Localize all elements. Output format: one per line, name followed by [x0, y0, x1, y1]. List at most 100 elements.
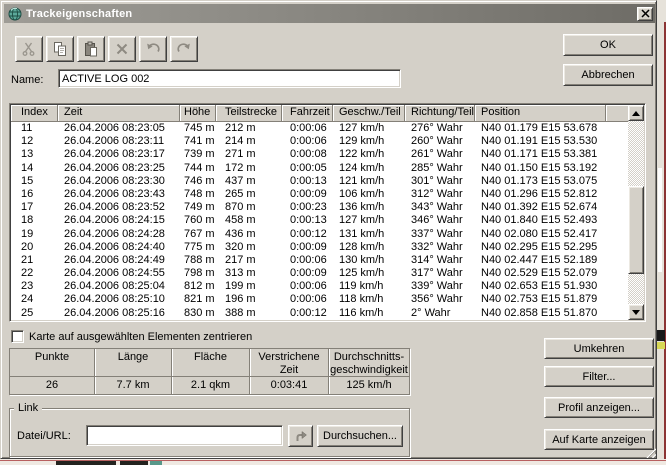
cut-button[interactable] — [15, 36, 43, 62]
cell-fahrzeit: 0:00:09 — [282, 241, 333, 254]
browse-button[interactable]: Durchsuchen... — [317, 425, 403, 447]
cell-hoehe: 788 m — [180, 254, 216, 267]
column-header-teilstrecke[interactable]: Teilstrecke — [216, 105, 282, 122]
reverse-button[interactable]: Umkehren — [544, 338, 654, 359]
summary-value-punkte: 26 — [10, 377, 95, 394]
cell-zeit: 26.04.2006 08:24:49 — [58, 254, 180, 267]
paste-button[interactable] — [77, 36, 105, 62]
table-row[interactable]: 17 26.04.2006 08:23:52 749 m 870 m 0:00:… — [11, 201, 628, 214]
undo-icon — [145, 41, 161, 57]
track-properties-dialog: Trackeigenschaften — [0, 0, 657, 459]
cell-teilstrecke: 217 m — [216, 254, 282, 267]
table-row[interactable]: 22 26.04.2006 08:24:55 798 m 313 m 0:00:… — [11, 267, 628, 280]
table-row[interactable]: 14 26.04.2006 08:23:25 744 m 172 m 0:00:… — [11, 162, 628, 175]
table-row[interactable]: 18 26.04.2006 08:24:15 760 m 458 m 0:00:… — [11, 214, 628, 227]
cell-richtung: 314° Wahr — [405, 254, 475, 267]
column-header-fahrzeit[interactable]: Fahrzeit — [282, 105, 333, 122]
ok-button[interactable]: OK — [563, 34, 653, 56]
cell-richtung: 285° Wahr — [405, 162, 475, 175]
cell-richtung: 312° Wahr — [405, 188, 475, 201]
table-row[interactable]: 16 26.04.2006 08:23:43 748 m 265 m 0:00:… — [11, 188, 628, 201]
cell-position: N40 01.171 E15 53.381 — [475, 148, 606, 161]
cell-richtung: 343° Wahr — [405, 201, 475, 214]
close-button[interactable] — [637, 7, 653, 21]
redo-button[interactable] — [170, 36, 198, 62]
column-header-zeit[interactable]: Zeit — [58, 105, 180, 122]
cell-teilstrecke: 388 m — [216, 307, 282, 320]
table-row[interactable]: 11 26.04.2006 08:23:05 745 m 212 m 0:00:… — [11, 122, 628, 135]
column-header-richtung[interactable]: Richtung/Teil — [405, 105, 475, 122]
background-fragment — [657, 342, 665, 349]
cell-fahrzeit: 0:00:06 — [282, 280, 333, 293]
table-row[interactable]: 15 26.04.2006 08:23:30 746 m 437 m 0:00:… — [11, 175, 628, 188]
show-profile-button[interactable]: Profil anzeigen... — [544, 397, 654, 418]
cell-hoehe: 744 m — [180, 162, 216, 175]
cell-teilstrecke: 265 m — [216, 188, 282, 201]
cell-position: N40 02.080 E15 52.417 — [475, 228, 606, 241]
cell-hoehe: 760 m — [180, 214, 216, 227]
cell-richtung: 339° Wahr — [405, 280, 475, 293]
cell-fahrzeit: 0:00:06 — [282, 254, 333, 267]
summary-header-row: Punkte Länge Fläche Verstrichene Zeit Du… — [10, 349, 409, 377]
cell-hoehe: 767 m — [180, 228, 216, 241]
table-row[interactable]: 25 26.04.2006 08:25:16 830 m 388 m 0:00:… — [11, 307, 628, 320]
cell-position: N40 02.295 E15 52.295 — [475, 241, 606, 254]
cell-zeit: 26.04.2006 08:24:40 — [58, 241, 180, 254]
cancel-button[interactable]: Abbrechen — [563, 64, 653, 86]
cell-fahrzeit: 0:00:08 — [282, 148, 333, 161]
cell-hoehe: 749 m — [180, 201, 216, 214]
table-row[interactable]: 24 26.04.2006 08:25:10 821 m 196 m 0:00:… — [11, 293, 628, 306]
summary-value-geschwindigkeit: 125 km/h — [329, 377, 409, 394]
column-header-hoehe[interactable]: Höhe — [180, 105, 216, 122]
column-header-position[interactable]: Position — [475, 105, 606, 122]
table-row[interactable]: 20 26.04.2006 08:24:40 775 m 320 m 0:00:… — [11, 241, 628, 254]
cell-fahrzeit: 0:00:13 — [282, 214, 333, 227]
table-row[interactable]: 21 26.04.2006 08:24:49 788 m 217 m 0:00:… — [11, 254, 628, 267]
show-on-map-button[interactable]: Auf Karte anzeigen — [544, 429, 654, 450]
cell-zeit: 26.04.2006 08:23:43 — [58, 188, 180, 201]
cell-hoehe: 830 m — [180, 307, 216, 320]
open-link-button[interactable] — [288, 425, 313, 447]
titlebar[interactable]: Trackeigenschaften — [4, 4, 655, 23]
table-row[interactable]: 23 26.04.2006 08:25:04 812 m 199 m 0:00:… — [11, 280, 628, 293]
scroll-down-button[interactable] — [628, 304, 644, 320]
delete-button[interactable] — [108, 36, 136, 62]
cell-geschw: 136 km/h — [333, 201, 405, 214]
column-header-geschw[interactable]: Geschw./Teil — [333, 105, 405, 122]
summary-value-flaeche: 2.1 qkm — [172, 377, 250, 394]
cell-fahrzeit: 0:00:06 — [282, 293, 333, 306]
summary-header-flaeche: Fläche — [172, 349, 250, 377]
undo-button[interactable] — [139, 36, 167, 62]
name-label: Name: — [11, 74, 43, 86]
cell-geschw: 118 km/h — [333, 293, 405, 306]
cell-geschw: 116 km/h — [333, 307, 405, 320]
cell-geschw: 119 km/h — [333, 280, 405, 293]
cell-teilstrecke: 436 m — [216, 228, 282, 241]
filter-button[interactable]: Filter... — [544, 366, 654, 387]
column-header-index[interactable]: Index — [11, 105, 58, 122]
cut-icon — [21, 41, 37, 57]
table-body: 11 26.04.2006 08:23:05 745 m 212 m 0:00:… — [11, 122, 628, 320]
cell-fahrzeit: 0:00:13 — [282, 175, 333, 188]
file-url-label: Datei/URL: — [17, 430, 71, 442]
cell-geschw: 106 km/h — [333, 188, 405, 201]
cell-position: N40 01.840 E15 52.493 — [475, 214, 606, 227]
cell-teilstrecke: 870 m — [216, 201, 282, 214]
cell-teilstrecke: 199 m — [216, 280, 282, 293]
scroll-up-button[interactable] — [628, 105, 644, 121]
file-url-input[interactable] — [86, 425, 283, 446]
table-row[interactable]: 13 26.04.2006 08:23:17 739 m 271 m 0:00:… — [11, 148, 628, 161]
scrollbar-thumb[interactable] — [628, 186, 644, 274]
vertical-scrollbar[interactable] — [628, 105, 644, 320]
cell-fahrzeit: 0:00:12 — [282, 228, 333, 241]
cell-index: 15 — [11, 175, 58, 188]
column-header-filler — [606, 105, 628, 122]
table-row[interactable]: 19 26.04.2006 08:24:28 767 m 436 m 0:00:… — [11, 228, 628, 241]
center-map-checkbox[interactable] — [11, 330, 24, 343]
name-input[interactable] — [58, 69, 401, 88]
cell-richtung: 337° Wahr — [405, 228, 475, 241]
copy-button[interactable] — [46, 36, 74, 62]
cell-index: 12 — [11, 135, 58, 148]
table-row[interactable]: 12 26.04.2006 08:23:11 741 m 214 m 0:00:… — [11, 135, 628, 148]
cell-richtung: 260° Wahr — [405, 135, 475, 148]
